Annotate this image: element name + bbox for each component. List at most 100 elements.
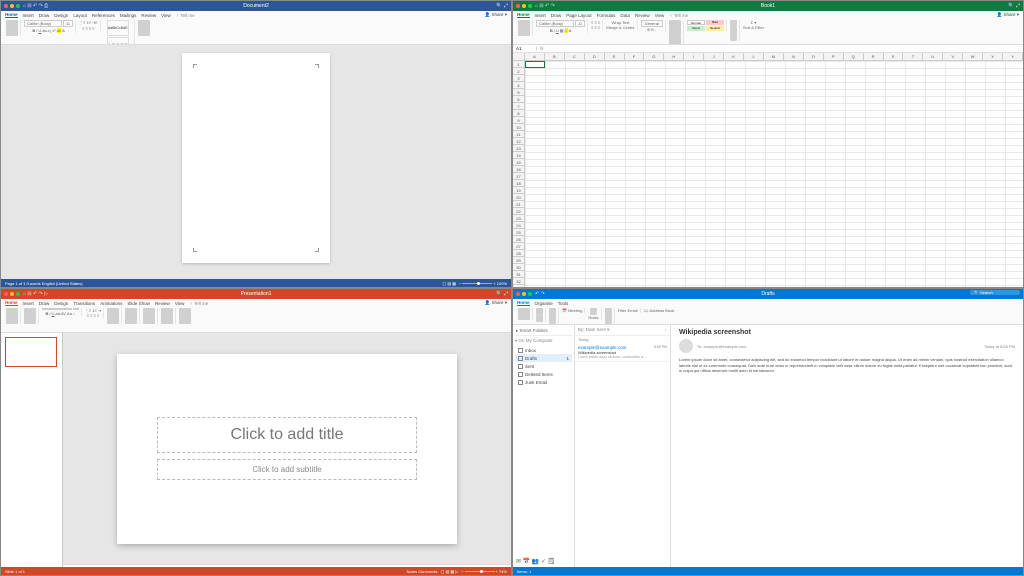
meeting-button[interactable]: 📅 Meeting	[562, 308, 582, 313]
archive-icon[interactable]	[536, 315, 543, 322]
tab-tools[interactable]: Tools	[558, 301, 569, 306]
align-right-button[interactable]: ≡	[89, 26, 91, 31]
folder-sent[interactable]: Sent	[515, 362, 572, 370]
tab-insert[interactable]: Insert	[23, 13, 34, 18]
numbering-button[interactable]: 1≡	[87, 20, 92, 25]
styles-gallery[interactable]: AaBbCcDdE AaBbCcDdE AaBbCcDc AaBbCcDdE A…	[102, 20, 135, 45]
filter-button[interactable]: Filter Email	[618, 308, 638, 313]
delete-icon[interactable]	[536, 308, 543, 315]
tab-formulas[interactable]: Formulas	[597, 13, 616, 18]
comma-button[interactable]: ,	[655, 27, 656, 32]
email-body[interactable]: Lorem ipsum dolor sit amet, consectetur …	[679, 357, 1015, 374]
tab-layout[interactable]: Layout	[73, 13, 87, 18]
tab-view[interactable]: View	[655, 13, 665, 18]
account-header[interactable]: ▾ On My Computer	[515, 336, 572, 346]
tell-me[interactable]: ♀ Tell me	[189, 301, 208, 306]
share-button[interactable]: 👤 Share ▾	[485, 12, 507, 18]
title-placeholder[interactable]: Click to add title	[157, 417, 417, 453]
zoom-level[interactable]: 74%	[499, 569, 507, 574]
paste-icon[interactable]	[518, 20, 530, 36]
page[interactable]	[182, 53, 330, 263]
font-selector[interactable]: Calibri (Body)	[24, 20, 62, 27]
italic-button[interactable]: I	[36, 28, 37, 33]
tab-pagelayout[interactable]: Page Layout	[566, 13, 591, 18]
styles-pane-icon[interactable]	[138, 20, 150, 36]
format-cells-icon[interactable]	[730, 34, 737, 41]
bold-button[interactable]: B	[550, 28, 553, 33]
quick-access-toolbar[interactable]: ⌂ ⊟ ↶ ↷ ⎙	[23, 3, 48, 9]
highlight-button[interactable]: ab	[57, 28, 61, 33]
spreadsheet-grid[interactable]: ABCDEFGHIJKLMNOPQRSTUVWXY 12345678910111…	[513, 53, 1023, 287]
tab-view[interactable]: View	[175, 301, 185, 306]
cell-styles[interactable]: NormalBad GoodNeutral	[685, 20, 727, 31]
slide-canvas[interactable]: Click to add title Click to add subtitle	[63, 333, 511, 564]
tab-organise[interactable]: Organise	[535, 301, 553, 306]
paste-icon[interactable]	[6, 20, 18, 36]
slide-count[interactable]: Slide 1 of 1	[5, 569, 25, 574]
notes-comments-buttons[interactable]: Notes Comments	[407, 569, 438, 574]
text-box-icon[interactable]	[107, 308, 119, 324]
tab-design[interactable]: Design	[54, 301, 68, 306]
share-button[interactable]: 👤 Share ▾	[997, 12, 1019, 18]
fontsize-selector[interactable]	[73, 308, 79, 310]
tab-animations[interactable]: Animations	[100, 301, 122, 306]
underline-button[interactable]: U	[556, 28, 559, 33]
unread-icon[interactable]	[605, 315, 612, 322]
tab-mailings[interactable]: Mailings	[120, 13, 137, 18]
search-input[interactable]: 🔍 Search	[970, 290, 1020, 295]
folder-junk[interactable]: Junk Email	[515, 378, 572, 386]
maximize-icon[interactable]	[16, 292, 20, 296]
tab-draw[interactable]: Draw	[551, 13, 562, 18]
tab-home[interactable]: Home	[5, 300, 18, 306]
format-table-icon[interactable]	[669, 36, 681, 45]
fillcolor-button[interactable]: ◇	[565, 28, 568, 33]
minimize-icon[interactable]	[10, 4, 14, 8]
tab-insert[interactable]: Insert	[535, 13, 546, 18]
currency-button[interactable]: $	[647, 27, 649, 32]
paste-icon[interactable]	[6, 308, 18, 324]
tab-insert[interactable]: Insert	[23, 301, 34, 306]
maximize-icon[interactable]	[528, 4, 532, 8]
slide[interactable]: Click to add title Click to add subtitle	[117, 354, 457, 544]
merge-button[interactable]: Merge & Centre	[606, 25, 634, 30]
new-email-icon[interactable]	[518, 308, 530, 320]
tab-draw[interactable]: Draw	[39, 301, 50, 306]
status-page-info[interactable]: Page 1 of 1 0 words English (United Stat…	[5, 281, 83, 286]
minimize-icon[interactable]	[10, 292, 14, 296]
search-icon[interactable]: 🔍 ⤢	[1008, 3, 1020, 9]
folder-deleted[interactable]: Deleted Items	[515, 370, 572, 378]
quick-access-toolbar[interactable]: ⌂ ⊟ ↶ ↷	[535, 3, 555, 9]
folder-inbox[interactable]: Inbox	[515, 346, 572, 354]
reply-all-icon[interactable]	[549, 315, 556, 322]
close-icon[interactable]	[4, 4, 8, 8]
thumbnail-slide-1[interactable]	[5, 337, 57, 367]
tab-data[interactable]: Data	[620, 13, 630, 18]
bold-button[interactable]: B	[32, 28, 35, 33]
fx-icon[interactable]: fx	[537, 46, 547, 51]
fontsize-selector[interactable]: 11	[575, 20, 585, 27]
tab-review[interactable]: Review	[635, 13, 650, 18]
underline-button[interactable]: U	[38, 28, 41, 33]
minimize-icon[interactable]	[522, 292, 526, 296]
cond-format-icon[interactable]	[669, 20, 681, 36]
quick-styles-icon[interactable]	[161, 308, 173, 324]
close-icon[interactable]	[516, 292, 520, 296]
rules-button[interactable]: Rules	[588, 315, 598, 320]
folder-drafts[interactable]: Drafts1	[515, 354, 572, 362]
maximize-icon[interactable]	[528, 292, 532, 296]
sort-filter-button[interactable]: Sort & Filter	[743, 25, 764, 30]
search-icon[interactable]: 🔍 ⤢	[496, 291, 508, 297]
flag-icon[interactable]	[605, 308, 612, 315]
justify-button[interactable]: ≡	[92, 26, 94, 31]
border-button[interactable]: ▦	[560, 28, 564, 33]
italic-button[interactable]: I	[554, 28, 555, 33]
fontcolor-button[interactable]: A	[569, 28, 572, 33]
tab-design[interactable]: Design	[54, 13, 68, 18]
tab-review[interactable]: Review	[155, 301, 170, 306]
strike-button[interactable]: ab̶	[42, 28, 46, 33]
bullets-button[interactable]: ⋮≡	[79, 20, 85, 25]
smart-folders-header[interactable]: ▸ Smart Folders	[515, 327, 572, 336]
name-box[interactable]: A1	[513, 46, 537, 51]
delete-cells-icon[interactable]	[730, 27, 737, 34]
align-buttons-h[interactable]: ≡ ≡ ≡	[591, 25, 600, 30]
